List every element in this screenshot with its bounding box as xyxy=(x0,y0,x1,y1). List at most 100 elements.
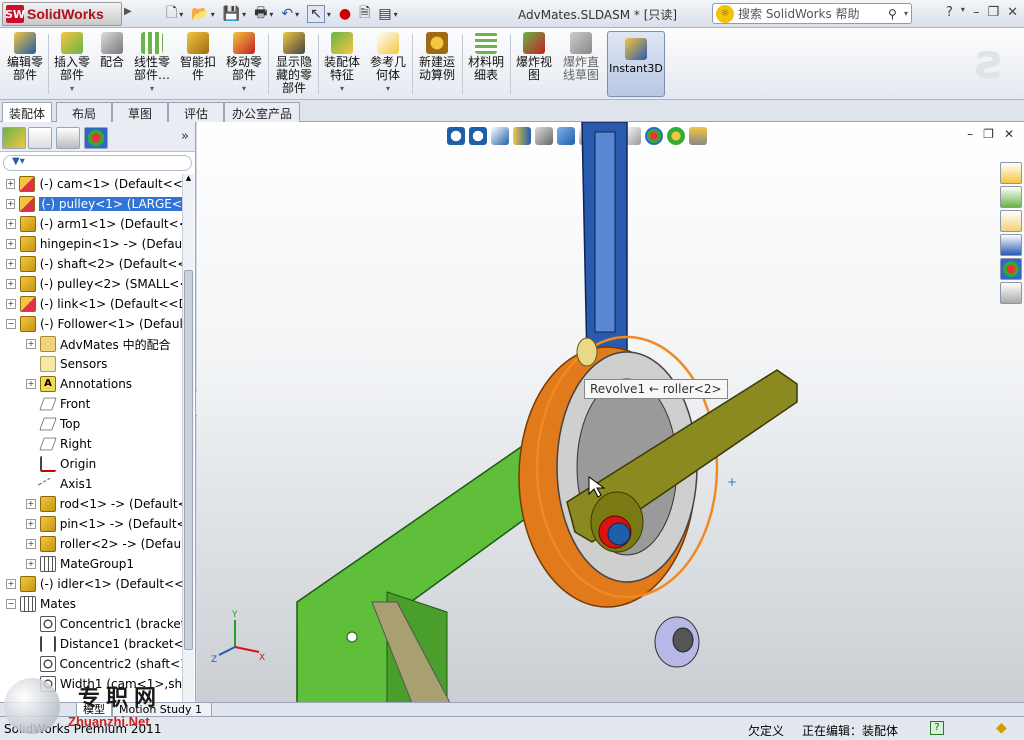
help-search-box[interactable]: ☼ 搜索 SolidWorks 帮助 ⚲ ▾ xyxy=(712,3,912,24)
print-icon[interactable]: 🖶 xyxy=(254,2,267,26)
property-manager-tab-icon[interactable] xyxy=(28,127,52,149)
display-manager-tab-icon[interactable] xyxy=(84,127,108,149)
rebuild-traffic-light-icon[interactable]: ● xyxy=(339,6,351,22)
explode-line-sketch-button[interactable]: 爆炸直 线草图 xyxy=(559,32,603,96)
tree-item[interactable]: Concentric1 (bracket xyxy=(0,614,182,634)
tree-scrollbar[interactable]: ▲ xyxy=(182,174,194,714)
tab-evaluate[interactable]: 评估 xyxy=(168,102,224,122)
expand-icon[interactable]: + xyxy=(6,259,16,269)
scroll-up-icon[interactable]: ▲ xyxy=(183,174,194,182)
show-hidden-components-button[interactable]: 显示隐 藏的零 部件 xyxy=(272,32,316,96)
tab-sketch[interactable]: 草图 xyxy=(112,102,168,122)
feature-manager-tab-icon[interactable] xyxy=(2,127,26,149)
expand-icon[interactable]: + xyxy=(26,499,36,509)
tree-item[interactable]: + (-) pulley<1> (LARGE<< xyxy=(0,194,182,214)
tree-item[interactable]: − (-) Follower<1> (Defaul xyxy=(0,314,182,334)
tree-item[interactable]: + (-) arm1<1> (Default<< xyxy=(0,214,182,234)
tab-motion-study-1[interactable]: Motion Study 1 xyxy=(112,703,212,717)
linear-pattern-button[interactable]: 线性零 部件… ▾ xyxy=(130,32,174,96)
tree-item[interactable]: + (-) pulley<2> (SMALL<< xyxy=(0,274,182,294)
move-component-button[interactable]: 移动零 部件 ▾ xyxy=(222,32,266,96)
expand-icon[interactable]: + xyxy=(6,279,16,289)
expand-icon[interactable]: + xyxy=(6,239,16,249)
new-motion-study-button[interactable]: 新建运 动算例 xyxy=(415,32,459,96)
select-pointer-icon[interactable]: ↖ xyxy=(307,5,325,23)
tree-item[interactable]: + roller<2> -> (Defaul xyxy=(0,534,182,554)
tree-item[interactable]: Width1 (cam<1>,sh xyxy=(0,674,182,694)
tree-item[interactable]: + (-) shaft<2> (Default<< xyxy=(0,254,182,274)
expand-icon[interactable]: + xyxy=(26,539,36,549)
file-properties-icon[interactable]: 🗎 xyxy=(359,2,370,26)
tree-item[interactable]: + pin<1> -> (Default< xyxy=(0,514,182,534)
close-button[interactable]: ✕ xyxy=(1007,5,1018,20)
undo-icon[interactable]: ↶ xyxy=(281,6,293,22)
help-search-placeholder[interactable]: 搜索 SolidWorks 帮助 xyxy=(738,5,888,22)
tree-item[interactable]: Concentric2 (shaft<1 xyxy=(0,654,182,674)
save-dropdown-icon[interactable]: ▾ xyxy=(242,10,246,19)
tree-item[interactable]: Top xyxy=(0,414,182,434)
dropdown-arrow-icon[interactable]: ▾ xyxy=(367,82,409,95)
expand-icon[interactable]: + xyxy=(6,579,16,589)
expand-icon[interactable]: + xyxy=(6,179,16,189)
expand-icon[interactable]: + xyxy=(6,199,16,209)
dropdown-arrow-icon[interactable]: ▾ xyxy=(52,82,92,95)
smart-fastener-button[interactable]: 智能扣 件 xyxy=(178,32,218,96)
tree-item[interactable]: Distance1 (bracket< xyxy=(0,634,182,654)
tree-item[interactable]: + MateGroup1 xyxy=(0,554,182,574)
exploded-view-button[interactable]: 爆炸视 图 xyxy=(513,32,555,96)
undo-dropdown-icon[interactable]: ▾ xyxy=(295,10,299,19)
dropdown-arrow-icon[interactable]: ▾ xyxy=(130,82,174,95)
tree-item[interactable]: − Mates xyxy=(0,594,182,614)
tab-model[interactable]: 模型 xyxy=(76,703,112,717)
status-help-icon[interactable]: ? xyxy=(930,721,944,735)
expand-icon[interactable]: + xyxy=(26,559,36,569)
search-dropdown-icon[interactable]: ▾ xyxy=(904,9,908,18)
instant3d-button[interactable]: Instant3D xyxy=(607,31,665,97)
collapse-icon[interactable]: − xyxy=(6,319,16,329)
tree-item[interactable]: + A Annotations xyxy=(0,374,182,394)
tag-icon[interactable]: ◆ xyxy=(996,720,1007,736)
assembly-features-button[interactable]: 装配体 特征 ▾ xyxy=(321,32,363,96)
reference-geometry-button[interactable]: 参考几 何体 ▾ xyxy=(367,32,409,96)
search-icon[interactable]: ⚲ xyxy=(888,7,904,21)
bill-of-materials-button[interactable]: 材料明 细表 xyxy=(465,32,507,96)
dropdown-arrow-icon[interactable]: ▾ xyxy=(321,82,363,95)
open-folder-icon[interactable]: 📂 xyxy=(191,6,208,22)
expand-icon[interactable]: + xyxy=(26,379,36,389)
options-icon[interactable]: ▤ xyxy=(378,6,391,22)
tab-assembly[interactable]: 装配体 xyxy=(2,102,53,122)
expand-icon[interactable]: + xyxy=(6,299,16,309)
minimize-button[interactable]: – xyxy=(973,5,980,20)
solidworks-logo[interactable]: SW SolidWorks xyxy=(2,2,122,26)
mate-button[interactable]: 配合 xyxy=(96,32,128,96)
save-icon[interactable]: 💾 xyxy=(223,6,240,22)
tree-item[interactable]: Axis1 xyxy=(0,474,182,499)
tree-item[interactable]: + (-) cam<1> (Default<<D xyxy=(0,174,182,194)
help-button[interactable]: ? xyxy=(946,5,953,20)
tree-item[interactable]: + (-) link<1> (Default<<D xyxy=(0,294,182,314)
roller-part[interactable] xyxy=(576,337,598,367)
dropdown-arrow-icon[interactable]: ▾ xyxy=(222,82,266,95)
help-dropdown-icon[interactable]: ▾ xyxy=(961,5,965,20)
new-document-icon[interactable]: 🗋 xyxy=(166,2,177,26)
tree-item[interactable]: + rod<1> -> (Default< xyxy=(0,494,182,514)
expand-icon[interactable]: + xyxy=(6,219,16,229)
edit-component-button[interactable]: 编辑零 部件 xyxy=(4,32,46,96)
scrollbar-thumb[interactable] xyxy=(184,270,193,650)
select-dropdown-icon[interactable]: ▾ xyxy=(327,10,331,19)
tree-item[interactable]: + AdvMates 中的配合 xyxy=(0,334,182,354)
expand-icon[interactable]: + xyxy=(26,339,36,349)
tree-item[interactable]: Front xyxy=(0,394,182,414)
open-dropdown-icon[interactable]: ▾ xyxy=(211,10,215,19)
assembly-model[interactable]: + Y X Z xyxy=(197,122,1024,716)
menu-arrow-icon[interactable]: ▶ xyxy=(124,6,136,22)
restore-button[interactable]: ❐ xyxy=(987,5,999,20)
tree-filter-box[interactable]: ▼▾ xyxy=(3,155,192,171)
tree-item[interactable]: + (-) idler<1> (Default<< xyxy=(0,574,182,594)
tree-item[interactable]: + hingepin<1> -> (Defaul xyxy=(0,234,182,254)
tab-layout[interactable]: 布局 xyxy=(56,102,112,122)
chevron-right-icon[interactable]: » xyxy=(181,129,189,144)
tree-item[interactable]: Right xyxy=(0,434,182,454)
options-dropdown-icon[interactable]: ▾ xyxy=(394,10,398,19)
collapse-icon[interactable]: − xyxy=(6,599,16,609)
